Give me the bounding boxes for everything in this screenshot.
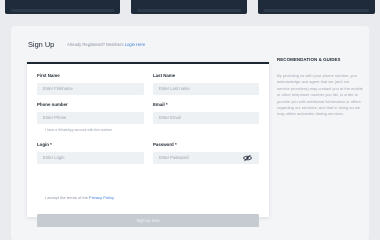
terms-text: I accept the terms of the Privacy Policy — [45, 195, 114, 200]
email-label: Email * — [153, 102, 168, 107]
signup-page: Sign Up Already Registered? Members Logi… — [11, 26, 369, 240]
login-link[interactable]: Login Here — [125, 42, 146, 47]
top-tile — [5, 0, 120, 14]
first-name-input[interactable]: Enter Firstname — [37, 83, 144, 95]
top-tiles — [0, 0, 380, 18]
password-placeholder: Enter Password — [159, 155, 189, 160]
last-name-input[interactable]: Enter Last name — [153, 83, 259, 95]
top-tile — [131, 0, 247, 14]
phone-input[interactable]: Enter Phone — [37, 112, 144, 124]
login-label: Login * — [37, 142, 52, 147]
last-name-label: Last Name — [153, 73, 176, 78]
already-registered-text: Already Registered? Members Login Here — [67, 42, 146, 47]
recommendation-panel: RECOMENDATION & GUIDES By providing us w… — [277, 57, 363, 118]
sign-up-button[interactable]: Sign up now — [37, 214, 259, 227]
password-input[interactable]: Enter Password — [153, 152, 259, 164]
top-tile — [258, 0, 375, 14]
page-title: Sign Up — [28, 40, 55, 49]
password-label: Password * — [153, 142, 177, 147]
privacy-policy-link[interactable]: Privacy Policy — [89, 195, 114, 200]
whatsapp-note: I have a WhatsApp account with this numb… — [45, 128, 113, 132]
recommendation-title: RECOMENDATION & GUIDES — [277, 57, 341, 62]
login-input[interactable]: Enter Login — [37, 152, 144, 164]
phone-label: Phone number — [37, 102, 68, 107]
eye-off-icon[interactable] — [243, 154, 252, 162]
first-name-label: First Name — [37, 73, 60, 78]
signup-form: First Name Enter Firstname Last Name Ent… — [27, 62, 269, 227]
email-input[interactable]: Enter Email — [153, 112, 259, 124]
recommendation-text: By providing us with your phone number, … — [277, 73, 363, 117]
